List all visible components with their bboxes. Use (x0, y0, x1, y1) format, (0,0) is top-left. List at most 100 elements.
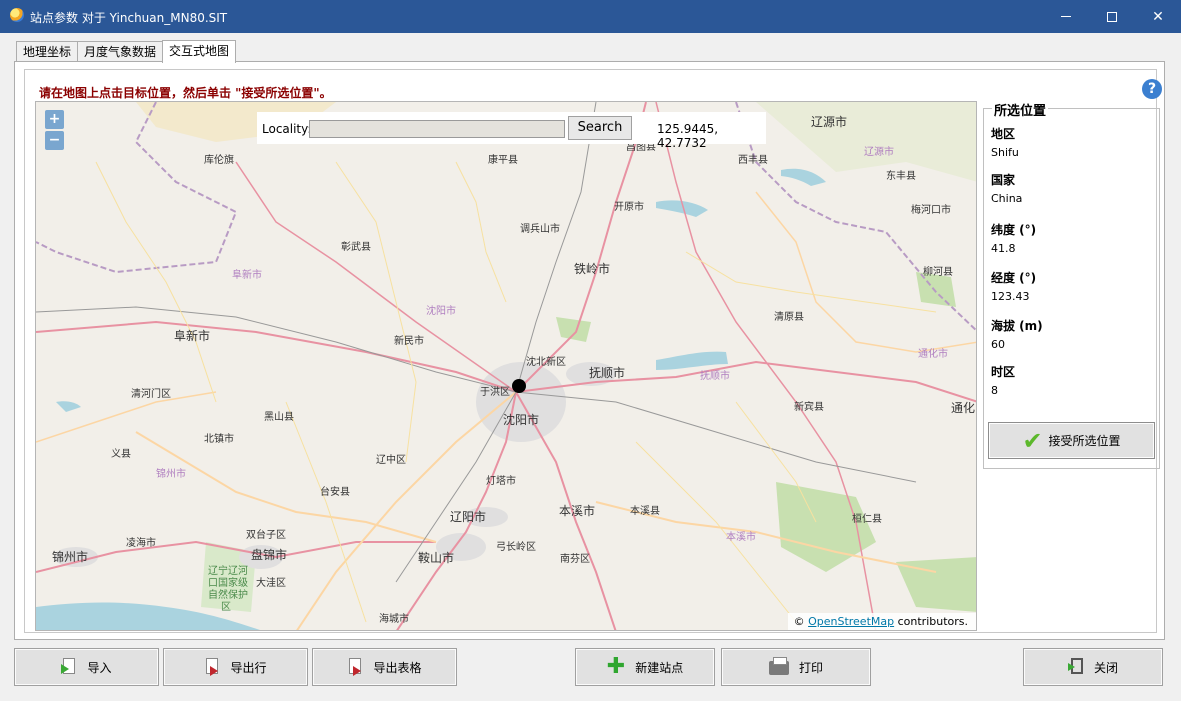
map-place-label: 本溪县 (630, 504, 660, 517)
maximize-icon (1107, 11, 1117, 22)
reserve-label-line4: 区 (221, 601, 231, 613)
checkmark-icon: ✔ (1022, 426, 1043, 455)
zoom-out-button[interactable]: − (45, 131, 64, 150)
map-place-label: 康平县 (488, 153, 518, 166)
field-longitude: 经度 (°) 123.43 (991, 269, 1036, 303)
field-altitude: 海拔 (m) 60 (991, 317, 1043, 351)
map-place-label: 彰武县 (341, 240, 371, 253)
map-place-label: 柳河县 (923, 265, 953, 278)
map-place-label: 沈阳市 (426, 304, 456, 317)
map-place-label: 辽源市 (864, 145, 894, 158)
map-place-label: 沈阳市 (503, 412, 539, 427)
map-place-label: 抚顺市 (700, 369, 730, 382)
reserve-label-line2: 口国家级 (208, 576, 248, 589)
map-place-label: 锦州市 (52, 549, 88, 564)
map-place-label: 灯塔市 (486, 474, 516, 487)
print-button[interactable]: 打印 (721, 648, 871, 686)
field-country: 国家 China (991, 171, 1022, 205)
accept-location-button[interactable]: ✔ 接受所选位置 (988, 422, 1155, 459)
search-button[interactable]: Search (568, 116, 632, 140)
interactive-map[interactable]: 辽源市 辽源市 东丰县 梅河口市 柳河县 通化市 通化 康平县 西丰县 昌图县 … (35, 101, 977, 631)
field-label: 时区 (991, 365, 1016, 379)
map-place-label: 大洼区 (256, 576, 286, 589)
tab-panel: 请在地图上点击目标位置，然后单击 "接受所选位置"。 ? 辽源市 辽源市 东丰县… (14, 61, 1165, 640)
osm-link[interactable]: OpenStreetMap (808, 615, 894, 628)
import-button[interactable]: 导入 (14, 648, 159, 686)
minimize-icon (1061, 16, 1071, 17)
zoom-in-button[interactable]: + (45, 110, 64, 129)
map-place-label: 义县 (111, 448, 131, 460)
reserve-label-line3: 自然保护 (208, 588, 248, 601)
tab-geo-coords[interactable]: 地理坐标 (16, 41, 79, 62)
selected-location-legend: 所选位置 (992, 100, 1049, 119)
new-site-button[interactable]: ✚ 新建站点 (575, 648, 715, 686)
locality-label: Locality: (262, 122, 312, 136)
map-place-label: 凌海市 (126, 536, 156, 549)
map-place-label: 铁岭市 (574, 261, 610, 276)
map-place-label: 辽源市 (811, 114, 847, 129)
map-place-label: 本溪市 (559, 503, 595, 518)
map-place-label: 新宾县 (794, 400, 824, 413)
map-place-label: 清河门区 (131, 387, 171, 400)
map-place-label: 阜新市 (232, 268, 262, 281)
map-place-label: 新民市 (394, 334, 424, 347)
map-place-label: 梅河口市 (911, 203, 951, 216)
map-place-label: 桓仁县 (852, 512, 882, 525)
maximize-button[interactable] (1089, 0, 1135, 33)
close-icon: ✕ (1152, 8, 1164, 25)
exit-icon (1067, 658, 1084, 676)
attribution-prefix: © (793, 615, 805, 628)
map-place-label: 辽中区 (376, 453, 406, 466)
map-place-label: 弓长岭区 (496, 540, 536, 553)
map-place-label: 双台子区 (246, 528, 286, 541)
field-label: 地区 (991, 127, 1016, 141)
map-place-label: 锦州市 (156, 467, 186, 480)
help-icon[interactable]: ? (1142, 79, 1162, 99)
print-label: 打印 (798, 660, 823, 675)
map-place-label: 清原县 (774, 310, 804, 323)
import-icon (61, 658, 77, 676)
map-place-label: 沈北新区 (526, 355, 566, 368)
title-bar: 站点参数 对于 Yinchuan_MN80.SIT ✕ (0, 0, 1181, 33)
map-place-label: 本溪市 (726, 530, 756, 543)
map-place-label: 辽阳市 (450, 509, 486, 524)
map-tiles: 辽源市 辽源市 东丰县 梅河口市 柳河县 通化市 通化 康平县 西丰县 昌图县 … (36, 102, 976, 630)
cursor-coords: 125.9445, 42.7732 (657, 122, 719, 150)
field-latitude: 纬度 (°) 41.8 (991, 221, 1036, 255)
field-value: 60 (991, 338, 1005, 351)
close-label: 关闭 (1093, 660, 1118, 675)
close-button[interactable]: 关闭 (1023, 648, 1163, 686)
map-place-label: 台安县 (320, 485, 350, 498)
export-table-label: 导出表格 (373, 660, 422, 675)
locality-search-bar: Locality: Search 125.9445, 42.7732 (257, 112, 766, 150)
tab-monthly-weather[interactable]: 月度气象数据 (77, 41, 164, 62)
minimize-button[interactable] (1043, 0, 1089, 33)
map-place-label: 西丰县 (738, 153, 768, 166)
map-place-label: 库伦旗 (204, 153, 234, 166)
map-place-label: 东丰县 (886, 169, 916, 182)
close-window-button[interactable]: ✕ (1135, 0, 1181, 33)
plus-icon: ✚ (606, 654, 626, 679)
locality-input[interactable] (309, 120, 565, 138)
field-value: 8 (991, 384, 998, 397)
tab-interactive-map[interactable]: 交互式地图 (162, 40, 237, 63)
map-place-label: 于洪区 (480, 386, 510, 398)
field-timezone: 时区 8 (991, 363, 1015, 397)
map-place-label: 鞍山市 (418, 550, 454, 565)
map-place-label: 北镇市 (204, 432, 234, 445)
field-value: 123.43 (991, 290, 1030, 303)
export-row-button[interactable]: 导出行 (163, 648, 308, 686)
field-value: Shifu (991, 146, 1019, 159)
accept-location-label: 接受所选位置 (1048, 434, 1121, 448)
export-row-icon (204, 658, 220, 676)
tab-strip: 地理坐标 月度气象数据 交互式地图 (16, 40, 237, 63)
map-place-label: 通化市 (918, 347, 948, 360)
export-table-button[interactable]: 导出表格 (312, 648, 457, 686)
reserve-label: 辽宁辽河 (208, 564, 248, 577)
import-label: 导入 (87, 660, 112, 675)
app-globe-icon (10, 8, 24, 22)
map-place-label: 通化 (951, 401, 975, 415)
field-label: 经度 (°) (991, 271, 1037, 285)
field-label: 国家 (991, 173, 1016, 187)
map-place-label: 阜新市 (174, 328, 210, 343)
